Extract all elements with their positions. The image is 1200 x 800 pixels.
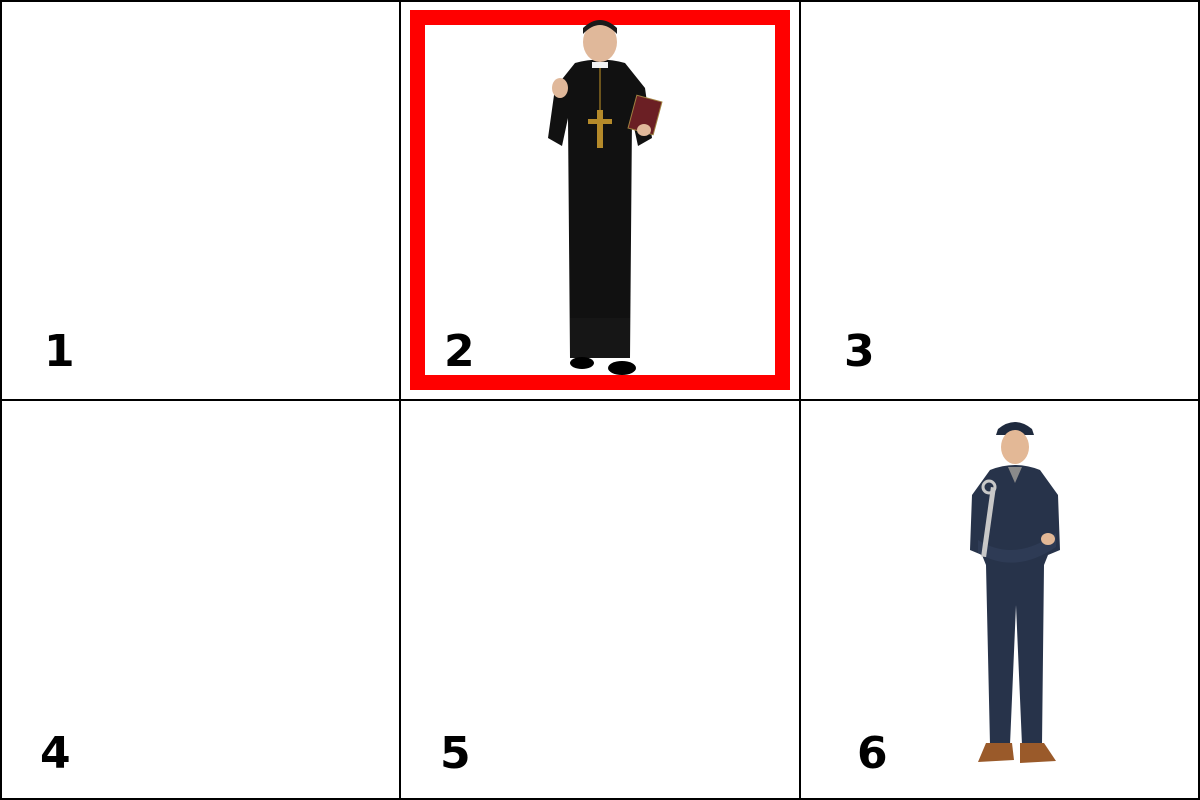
cell-number: 4 (40, 728, 71, 779)
grid-cell-5[interactable]: 5 (400, 400, 800, 800)
grid-cell-3[interactable]: 3 (800, 0, 1200, 400)
grid-cell-4[interactable]: 4 (0, 400, 400, 800)
grid-cell-1[interactable]: 1 (0, 0, 400, 400)
cell-number: 2 (444, 326, 475, 377)
cell-number: 6 (857, 728, 888, 779)
priest-icon (548, 20, 663, 375)
cell-number: 3 (844, 326, 875, 377)
cell-number: 5 (440, 728, 471, 779)
image-grid: 1 2 3 4 5 6 (0, 0, 1200, 800)
grid-cell-6[interactable]: 6 (800, 400, 1200, 800)
grid-cell-2[interactable]: 2 (400, 0, 800, 400)
mechanic-icon (970, 422, 1060, 763)
cell-number: 1 (44, 326, 75, 377)
